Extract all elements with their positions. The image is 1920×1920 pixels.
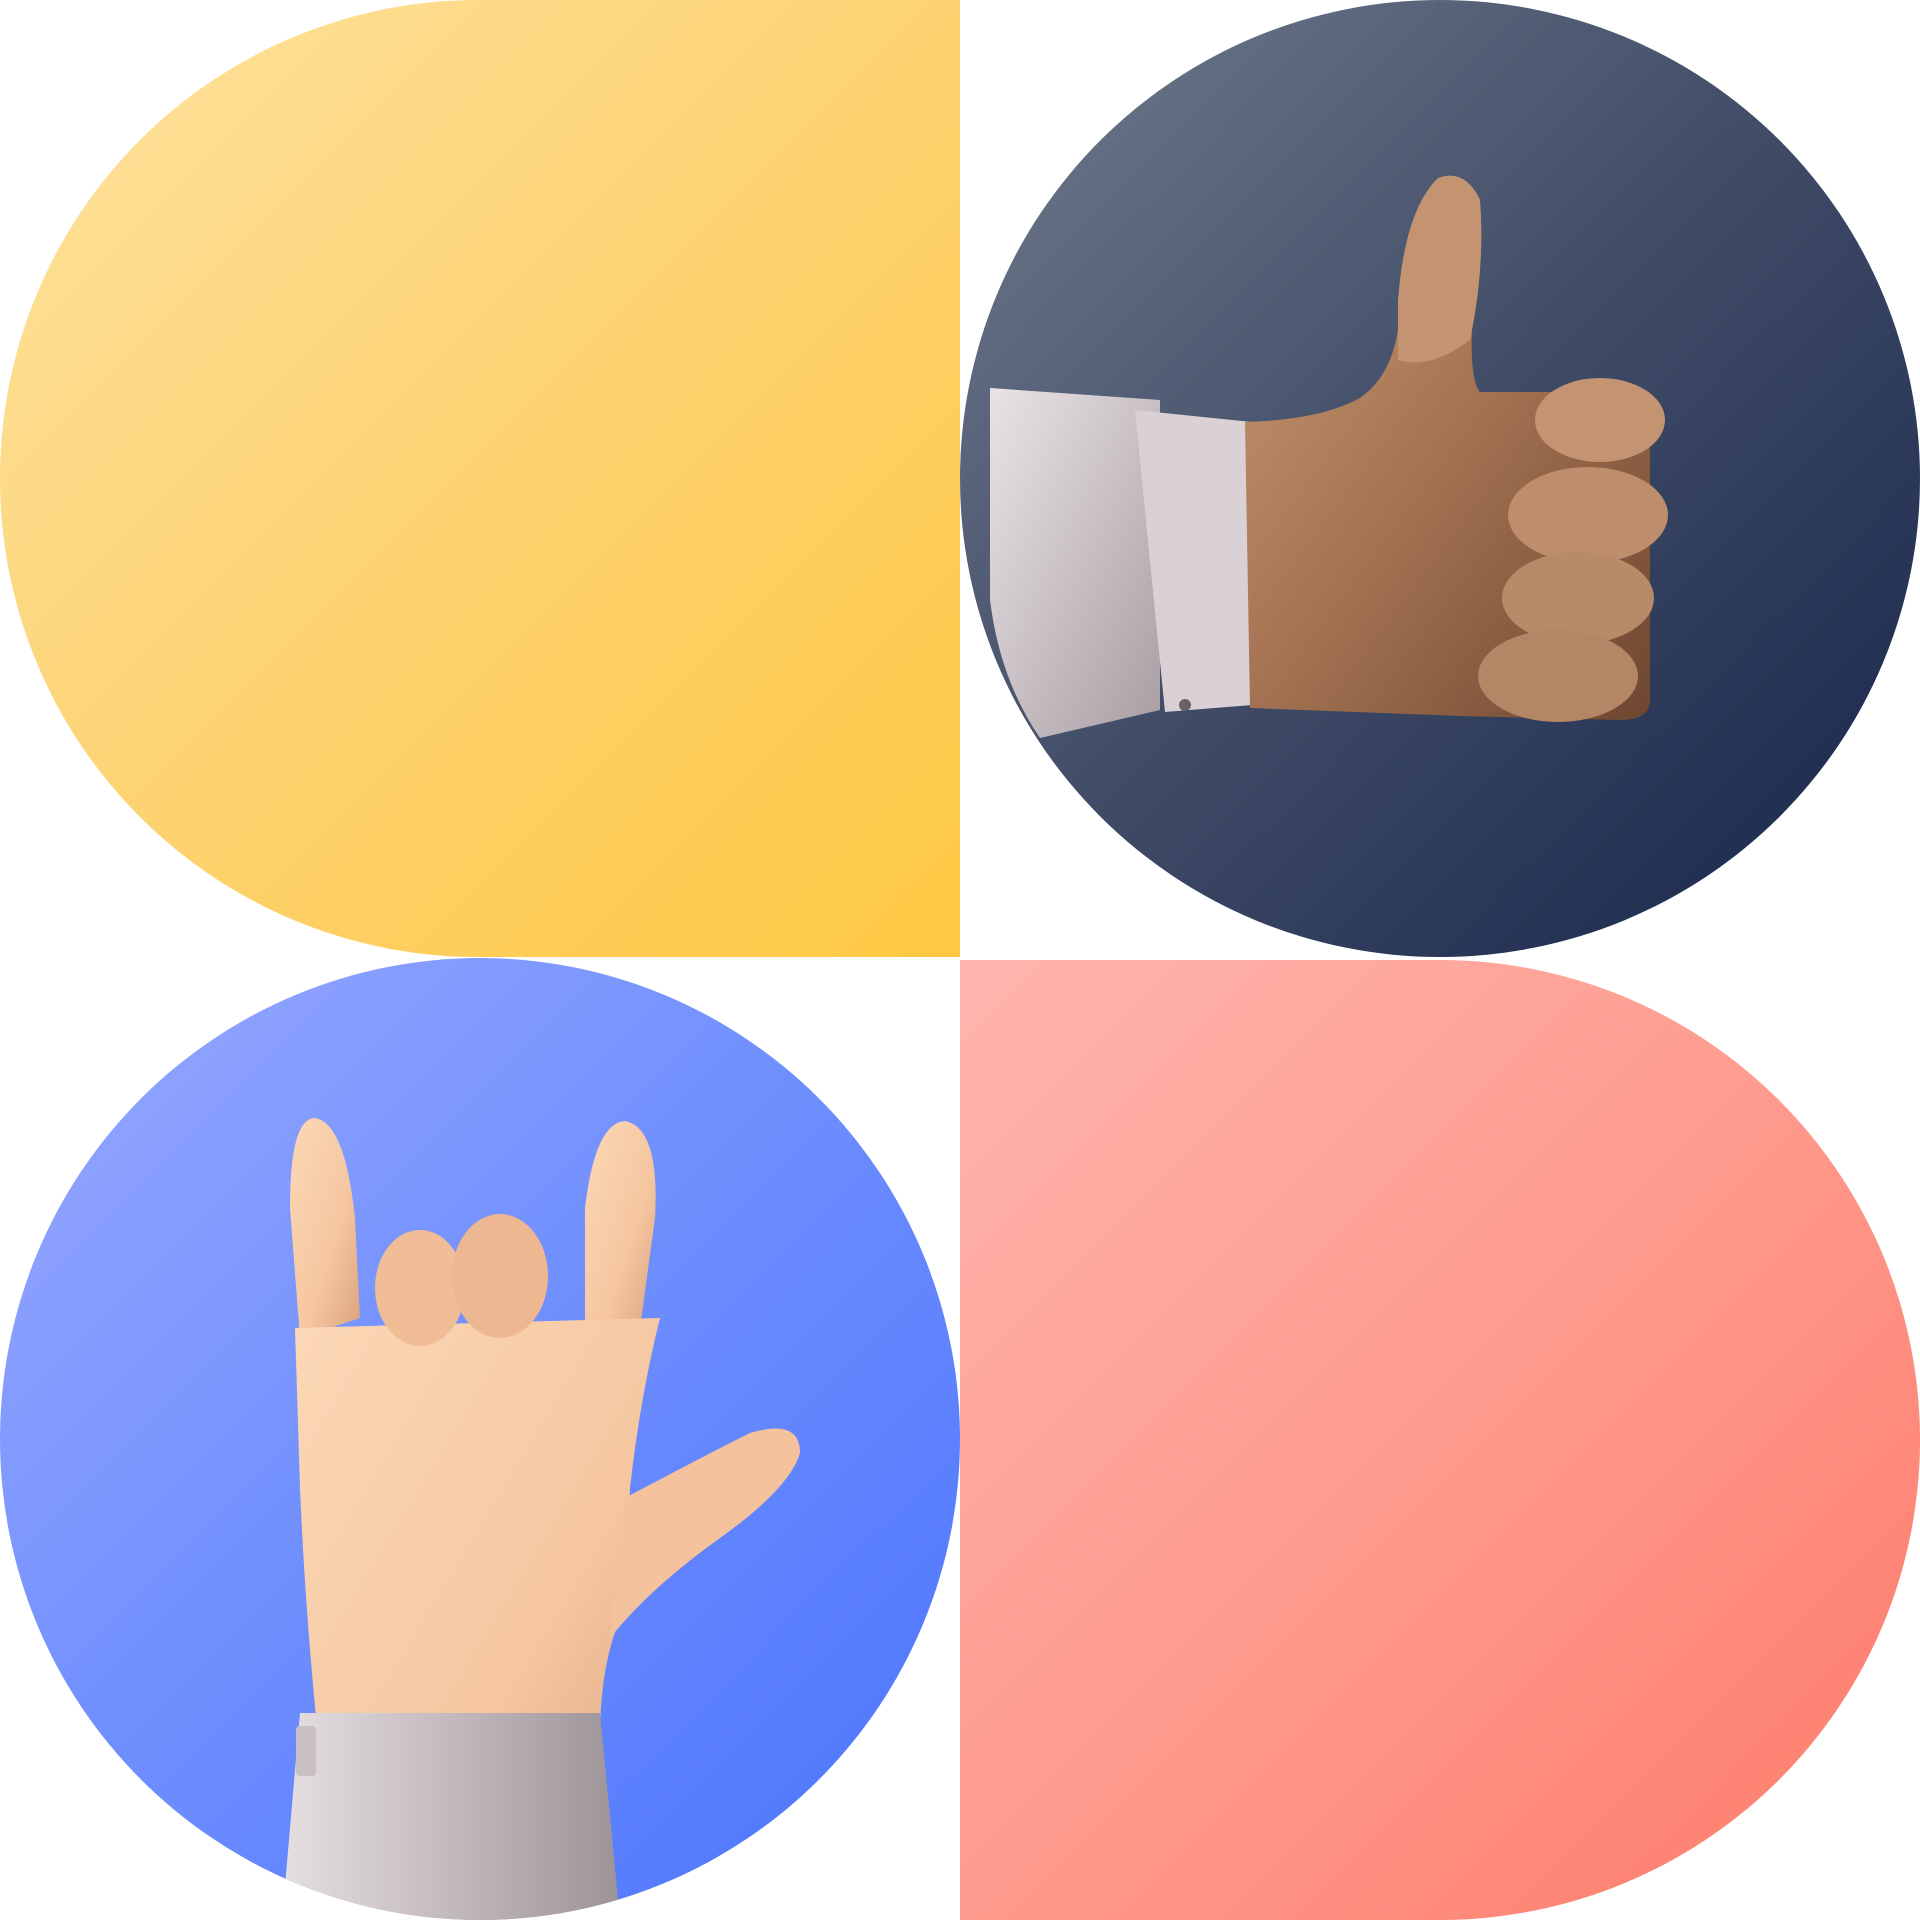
thumb-shape	[610, 1428, 800, 1638]
thumb-shape	[1398, 175, 1482, 363]
cuff-button	[1179, 699, 1191, 711]
finger-1	[1535, 378, 1665, 462]
sleeve-cuff-shape	[282, 1713, 620, 1920]
finger-3	[1502, 552, 1654, 644]
pinky-finger-shape	[585, 1121, 656, 1338]
blue-circle-tile	[0, 958, 960, 1920]
hand-gesture-collage	[0, 0, 1920, 1920]
finger-4	[1478, 630, 1638, 722]
index-finger-shape	[290, 1118, 360, 1338]
finger-2	[1508, 467, 1668, 563]
navy-circle-tile	[960, 0, 1920, 957]
sleeve-shape	[990, 388, 1160, 738]
yellow-half-round-tile	[0, 0, 960, 957]
ring-finger-fold	[452, 1214, 548, 1338]
coral-half-round-tile	[960, 960, 1920, 1920]
thumbs-up-hand-icon	[990, 175, 1668, 738]
rock-on-hand-icon	[282, 1118, 800, 1920]
cuff-button	[296, 1726, 316, 1776]
middle-finger-fold	[375, 1230, 465, 1346]
